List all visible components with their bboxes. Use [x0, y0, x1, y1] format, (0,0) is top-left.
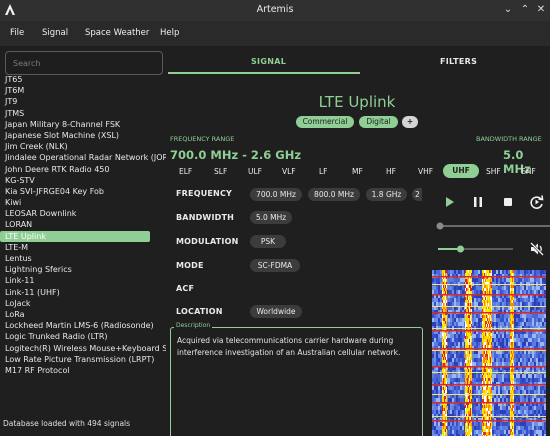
- seek-slider[interactable]: [432, 220, 550, 232]
- frequency-chip: 700.0 MHz: [250, 188, 302, 201]
- signal-list-item[interactable]: Logitech(R) Wireless Mouse+Keyboard Set: [0, 343, 166, 354]
- modulation-chip: PSK: [250, 235, 286, 248]
- signal-list-item[interactable]: LEOSAR Downlink: [0, 208, 166, 219]
- tab-signal[interactable]: SIGNAL: [251, 57, 286, 66]
- description-text: Acquired via telecommunications carrier …: [177, 336, 401, 357]
- close-icon[interactable]: ✕: [534, 3, 548, 17]
- band-uhf-active: UHF: [443, 164, 479, 178]
- signal-list-item[interactable]: JT6M: [0, 85, 166, 96]
- band-shf: SHF: [486, 167, 501, 176]
- active-tab-indicator: [168, 72, 360, 74]
- signal-list-item[interactable]: LTE-M: [0, 242, 166, 253]
- signal-list-item[interactable]: Lightning Sferics: [0, 264, 166, 275]
- category-chip-commercial[interactable]: Commercial: [296, 116, 354, 128]
- signal-list-item[interactable]: Low Rate Picture Transmission (LRPT): [0, 354, 166, 365]
- tab-filters[interactable]: FILTERS: [440, 57, 477, 66]
- signal-list-item[interactable]: LORAN: [0, 219, 166, 230]
- signal-list-item[interactable]: Japanese Slot Machine (XSL): [0, 130, 166, 141]
- category-chip-digital[interactable]: Digital: [359, 116, 398, 128]
- volume-slider[interactable]: [432, 243, 518, 255]
- signal-list-item[interactable]: JTMS: [0, 108, 166, 119]
- frequency-chip: 800.0 MHz: [308, 188, 360, 201]
- signal-list-item[interactable]: LoJack: [0, 298, 166, 309]
- location-chip: Worldwide: [250, 305, 302, 318]
- mode-label: MODE: [176, 261, 204, 270]
- signal-list-item[interactable]: KG-STV: [0, 175, 166, 186]
- description-label: Description: [174, 322, 213, 329]
- band-vlf: VLF: [282, 167, 296, 176]
- play-icon[interactable]: [441, 194, 459, 210]
- signal-list-panel: JT65JT6MJT9JTMSJapan Military 8-Channel …: [0, 46, 166, 436]
- band-bar: ELF SLF ULF VLF LF MF HF VHF SHF EHF: [168, 164, 550, 180]
- add-category-button[interactable]: +: [402, 116, 418, 128]
- menu-bar: File Signal Space Weather Help: [0, 21, 550, 46]
- signal-list-item[interactable]: Kiwi: [0, 197, 166, 208]
- signal-list-item[interactable]: Lockheed Martin LMS-6 (Radiosonde): [0, 320, 166, 331]
- frequency-chip: 2: [412, 188, 422, 201]
- minimize-icon[interactable]: ⌄: [501, 3, 515, 17]
- menu-help[interactable]: Help: [160, 28, 179, 38]
- frequency-range-value: 700.0 MHz - 2.6 GHz: [170, 148, 302, 162]
- signal-title: LTE Uplink: [318, 93, 396, 111]
- band-mf: MF: [352, 167, 363, 176]
- band-elf: ELF: [179, 167, 193, 176]
- acf-label: ACF: [176, 284, 195, 293]
- signal-list-item[interactable]: JT65: [0, 74, 166, 85]
- maximize-icon[interactable]: ⌃: [518, 3, 532, 17]
- search-input[interactable]: [5, 51, 163, 75]
- signal-list-item[interactable]: John Deere RTK Radio 450: [0, 164, 166, 175]
- band-hf: HF: [386, 167, 396, 176]
- signal-list-item[interactable]: Lentus: [0, 253, 166, 264]
- waterfall-spectrogram-image: [432, 270, 546, 436]
- band-vhf: VHF: [418, 167, 434, 176]
- signal-list[interactable]: JT65 JT6M JT9 JTMS Japan Military 8-Channel …: [0, 74, 166, 418]
- tab-bar: SIGNAL FILTERS: [168, 50, 550, 74]
- signal-list-item[interactable]: Link-11: [0, 275, 166, 286]
- signal-list-item[interactable]: JT9: [0, 96, 166, 107]
- band-ehf: EHF: [521, 167, 536, 176]
- band-lf: LF: [319, 167, 328, 176]
- signal-list-item[interactable]: Logic Trunked Radio (LTR): [0, 331, 166, 342]
- pause-icon[interactable]: [469, 194, 487, 210]
- signal-list-item[interactable]: Jindalee Operational Radar Network (JORN…: [0, 152, 166, 163]
- bandwidth-range-label: BANDWIDTH RANGE: [476, 135, 542, 143]
- signal-list-item[interactable]: Japan Military 8-Channel FSK: [0, 119, 166, 130]
- signal-list-item[interactable]: M17 RF Protocol: [0, 365, 166, 376]
- signal-list-item[interactable]: Kia SVI-JFRGE04 Key Fob: [0, 186, 166, 197]
- title-bar: Artemis ⌄ ⌃ ✕: [0, 0, 550, 21]
- frequency-label: FREQUENCY: [176, 189, 233, 198]
- window-title: Artemis: [256, 4, 294, 15]
- location-label: LOCATION: [176, 307, 223, 316]
- signal-list-item[interactable]: LoRa: [0, 309, 166, 320]
- mute-icon[interactable]: [529, 241, 545, 257]
- band-ulf: ULF: [248, 167, 262, 176]
- signal-list-item[interactable]: Jim Creek (NLK): [0, 141, 166, 152]
- band-slf: SLF: [214, 167, 228, 176]
- menu-signal[interactable]: Signal: [42, 28, 68, 38]
- status-text: Database loaded with 494 signals: [3, 419, 131, 428]
- frequency-chip: 1.8 GHz: [366, 188, 407, 201]
- menu-space-weather[interactable]: Space Weather: [85, 28, 149, 38]
- bandwidth-label: BANDWIDTH: [176, 213, 235, 222]
- loop-icon[interactable]: [528, 194, 546, 210]
- mode-chip: SC-FDMA: [250, 259, 300, 272]
- signal-list-item[interactable]: Link-11 (UHF): [0, 287, 166, 298]
- modulation-label: MODULATION: [176, 237, 239, 246]
- stop-icon[interactable]: [499, 194, 517, 210]
- menu-file[interactable]: File: [10, 28, 24, 38]
- bandwidth-chip: 5.0 MHz: [250, 211, 292, 224]
- signal-list-item[interactable]: LTE Uplink: [0, 230, 150, 242]
- frequency-range-label: FREQUENCY RANGE: [170, 135, 235, 143]
